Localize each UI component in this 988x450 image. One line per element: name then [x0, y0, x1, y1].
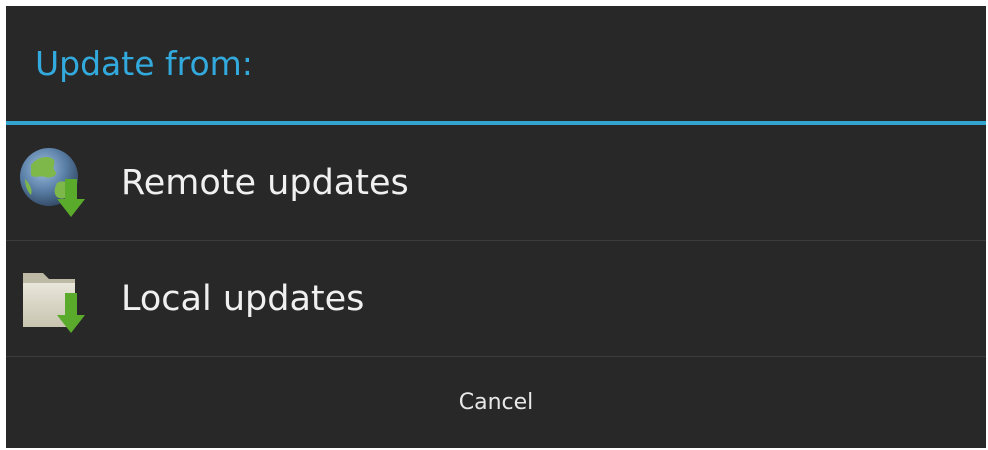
- cancel-button[interactable]: Cancel: [6, 357, 986, 447]
- local-updates-label: Local updates: [121, 278, 365, 319]
- folder-download-icon: [17, 261, 93, 337]
- dialog-button-bar: Cancel: [6, 357, 986, 447]
- globe-download-icon: [17, 145, 93, 221]
- dialog-title: Update from:: [6, 6, 986, 125]
- list-item-local-updates[interactable]: Local updates: [6, 241, 986, 357]
- list-item-remote-updates[interactable]: Remote updates: [6, 125, 986, 241]
- update-source-dialog: Update from: Remote updates Local update…: [6, 6, 986, 448]
- remote-updates-label: Remote updates: [121, 162, 409, 203]
